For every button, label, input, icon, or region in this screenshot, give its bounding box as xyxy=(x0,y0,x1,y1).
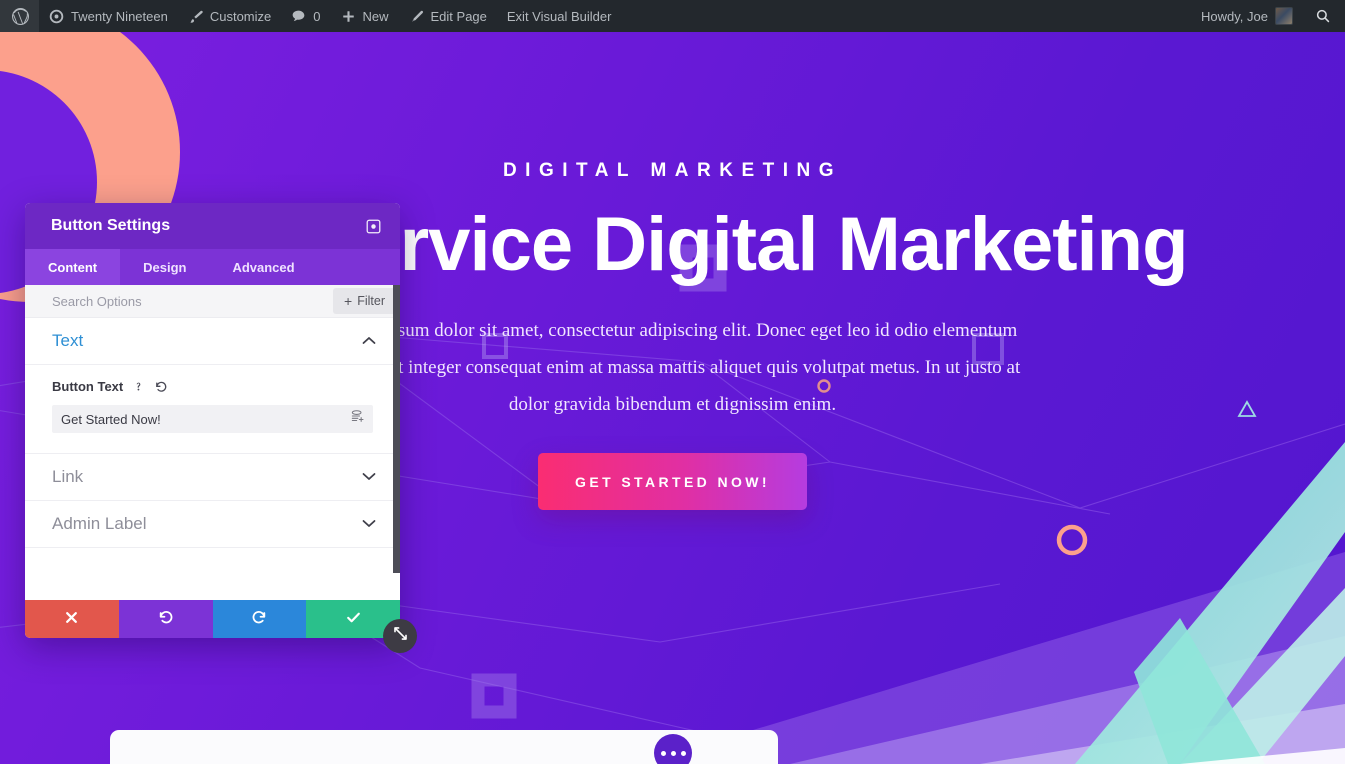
redo-button[interactable] xyxy=(212,600,307,638)
hero-eyebrow: DIGITAL MARKETING xyxy=(502,160,843,181)
tab-advanced[interactable]: Advanced xyxy=(209,249,317,285)
adminbar-comments-count: 0 xyxy=(313,8,321,24)
undo-button[interactable] xyxy=(118,600,213,638)
reset-undo-icon[interactable] xyxy=(154,380,168,394)
button-text-field-block: Button Text xyxy=(25,365,400,454)
dot-3-icon xyxy=(680,750,686,756)
chevron-up-icon xyxy=(362,334,376,348)
comment-bubble-icon xyxy=(291,9,306,24)
plus-icon: + xyxy=(344,293,353,309)
avatar xyxy=(1275,7,1293,25)
adminbar-search-button[interactable] xyxy=(1303,0,1345,32)
wp-admin-bar: Twenty Nineteen Customize 0 New Edit Pag… xyxy=(0,0,1345,32)
cancel-button[interactable] xyxy=(25,600,119,638)
chevron-down-icon xyxy=(362,470,376,484)
checkmark-icon xyxy=(345,609,362,629)
section-text[interactable]: Text xyxy=(25,318,400,365)
adminbar-comments[interactable]: 0 xyxy=(281,0,330,32)
search-options-input[interactable] xyxy=(52,293,334,309)
adminbar-customize[interactable]: Customize xyxy=(178,0,281,32)
filter-button[interactable]: + Filter xyxy=(333,288,396,314)
search-options-row: + Filter xyxy=(25,285,400,318)
adminbar-new[interactable]: New xyxy=(331,0,399,32)
undo-arrow-icon xyxy=(157,609,174,629)
adminbar-site-name-label: Twenty Nineteen xyxy=(71,8,168,24)
dot-2-icon xyxy=(670,750,676,756)
modal-tabs: Content Design Advanced xyxy=(25,249,400,285)
modal-title: Button Settings xyxy=(51,217,171,234)
button-text-label-row: Button Text xyxy=(52,379,373,394)
section-link[interactable]: Link xyxy=(25,454,400,501)
tab-content[interactable]: Content xyxy=(25,249,121,285)
adminbar-new-label: New xyxy=(362,8,389,24)
adminbar-wordpress-logo[interactable] xyxy=(0,0,39,32)
redo-arrow-icon xyxy=(251,609,268,629)
dot-1-icon xyxy=(660,750,666,756)
section-admin-label-label: Admin Label xyxy=(52,514,147,533)
filter-button-label: Filter xyxy=(357,294,385,308)
fullscreen-expand-icon[interactable] xyxy=(360,213,386,239)
button-text-input[interactable] xyxy=(52,405,373,433)
paintbrush-icon xyxy=(188,9,203,24)
modal-scrollbar-thumb[interactable] xyxy=(393,285,400,573)
adminbar-site-name[interactable]: Twenty Nineteen xyxy=(39,0,178,32)
modal-scrollbar[interactable] xyxy=(393,285,400,600)
site-dashboard-icon xyxy=(49,9,64,24)
button-text-label: Button Text xyxy=(52,379,124,394)
button-settings-modal: Button Settings Content Design Advanced … xyxy=(25,203,400,638)
get-started-now-button[interactable]: GET STARTED NOW! xyxy=(538,453,807,511)
chevron-down-icon xyxy=(362,517,376,531)
modal-resize-handle[interactable] xyxy=(383,619,417,653)
pencil-icon xyxy=(409,9,424,24)
close-x-icon xyxy=(64,610,79,628)
section-text-label: Text xyxy=(52,331,84,350)
hero-paragraph: Lorem ipsum dolor sit amet, consectetur … xyxy=(324,320,1021,416)
adminbar-exit-visual-builder[interactable]: Exit Visual Builder xyxy=(497,0,622,32)
dynamic-content-icon[interactable] xyxy=(350,409,365,429)
adminbar-howdy-label: Howdy, Joe xyxy=(1201,8,1268,24)
plus-icon xyxy=(341,9,356,24)
wordpress-logo-icon xyxy=(11,7,30,26)
section-admin-label[interactable]: Admin Label xyxy=(25,501,400,548)
adminbar-edit-page[interactable]: Edit Page xyxy=(399,0,497,32)
tab-design[interactable]: Design xyxy=(120,249,209,285)
modal-header[interactable]: Button Settings xyxy=(25,203,400,249)
adminbar-edit-page-label: Edit Page xyxy=(430,8,487,24)
modal-footer xyxy=(25,600,400,638)
search-icon xyxy=(1315,8,1331,24)
resize-diagonal-icon xyxy=(391,624,410,648)
button-text-input-wrap xyxy=(52,405,373,433)
more-options-button[interactable] xyxy=(654,734,692,764)
modal-body: + Filter Text Button Text xyxy=(25,285,400,600)
salmon-ring-shape xyxy=(1056,524,1088,556)
section-link-label: Link xyxy=(52,467,84,486)
adminbar-my-account[interactable]: Howdy, Joe xyxy=(1191,0,1303,32)
adminbar-exit-visual-builder-label: Exit Visual Builder xyxy=(506,8,612,24)
adminbar-customize-label: Customize xyxy=(209,8,272,24)
question-mark-icon[interactable] xyxy=(132,380,145,393)
